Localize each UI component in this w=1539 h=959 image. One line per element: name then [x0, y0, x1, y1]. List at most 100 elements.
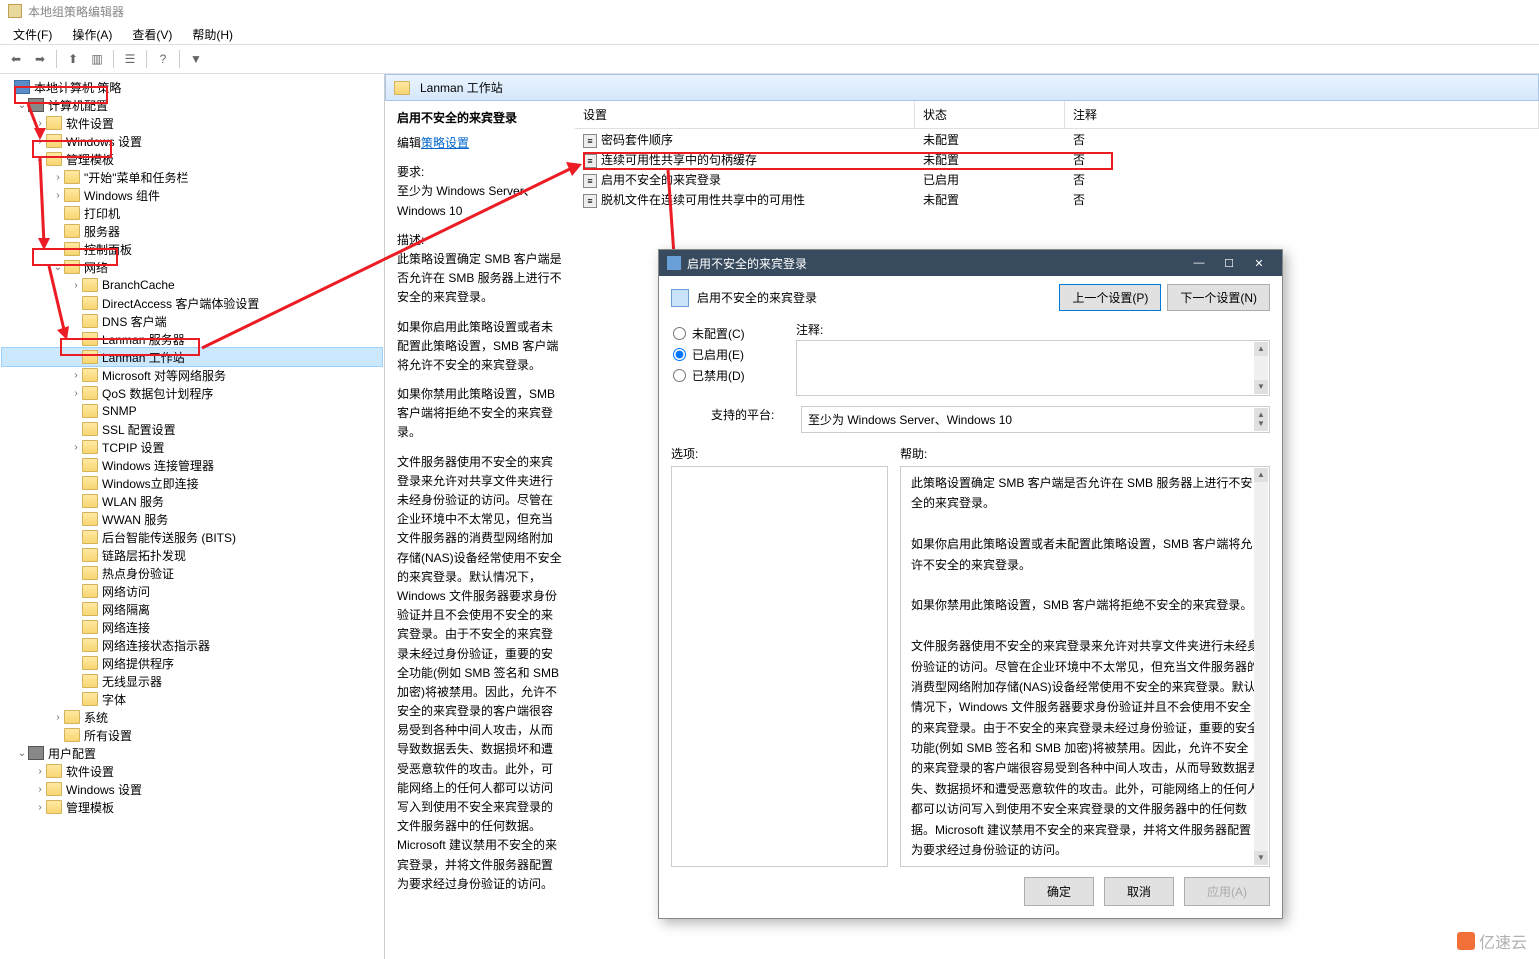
tree-user[interactable]: 用户配置: [48, 745, 96, 762]
tree-item[interactable]: 字体: [102, 691, 126, 708]
tree-item[interactable]: 系统: [84, 709, 108, 726]
tree-item[interactable]: 网络连接: [102, 619, 150, 636]
tree-item[interactable]: 控制面板: [84, 241, 132, 258]
list-row[interactable]: ≡连续可用性共享中的句柄缓存 未配置 否: [575, 149, 1539, 169]
list-row[interactable]: ≡密码套件顺序 未配置 否: [575, 129, 1539, 149]
tree-item[interactable]: 服务器: [84, 223, 120, 240]
tree-item[interactable]: QoS 数据包计划程序: [102, 385, 213, 402]
forward-icon[interactable]: ➡: [29, 48, 51, 70]
expander-icon[interactable]: ›: [34, 784, 46, 795]
dialog-title: 启用不安全的来宾登录: [687, 255, 807, 272]
tree-item[interactable]: WLAN 服务: [102, 493, 164, 510]
expander-icon[interactable]: ›: [34, 118, 46, 129]
tree-item[interactable]: Windows 设置: [66, 781, 142, 798]
prev-setting-button[interactable]: 上一个设置(P): [1059, 284, 1161, 311]
tree-lanman-workstation[interactable]: Lanman 工作站: [102, 349, 185, 366]
tree-item[interactable]: Microsoft 对等网络服务: [102, 367, 226, 384]
tree-item[interactable]: SNMP: [102, 404, 137, 418]
col-comment[interactable]: 注释: [1065, 101, 1539, 128]
back-icon[interactable]: ⬅: [5, 48, 27, 70]
tree-item[interactable]: 打印机: [84, 205, 120, 222]
tree-item[interactable]: Lanman 服务器: [102, 331, 185, 348]
tree-item[interactable]: SSL 配置设置: [102, 421, 176, 438]
tree-item[interactable]: 网络隔离: [102, 601, 150, 618]
tree-item[interactable]: TCPIP 设置: [102, 439, 164, 456]
menu-view[interactable]: 查看(V): [124, 24, 180, 42]
radio-disabled[interactable]: [673, 369, 686, 382]
tree-item[interactable]: Windows立即连接: [102, 475, 199, 492]
tree-item[interactable]: 热点身份验证: [102, 565, 174, 582]
expander-icon[interactable]: ›: [52, 712, 64, 723]
options-label: 选项:: [671, 445, 888, 462]
expander-icon[interactable]: ›: [70, 370, 82, 381]
tree-item[interactable]: 网络访问: [102, 583, 150, 600]
toolbar: ⬅ ➡ ⬆ ▥ ☰ ? ▼: [0, 44, 1539, 74]
comment-input[interactable]: ▲▼: [796, 340, 1270, 396]
expander-icon[interactable]: ›: [70, 280, 82, 291]
maximize-icon[interactable]: ☐: [1214, 253, 1244, 273]
cancel-button[interactable]: 取消: [1104, 877, 1174, 906]
expander-icon[interactable]: ›: [52, 172, 64, 183]
tree-item[interactable]: 软件设置: [66, 115, 114, 132]
tree-item[interactable]: Windows 组件: [84, 187, 160, 204]
menu-help[interactable]: 帮助(H): [184, 24, 241, 42]
list-row[interactable]: ≡脱机文件在连续可用性共享中的可用性 未配置 否: [575, 189, 1539, 209]
tree-item[interactable]: 网络连接状态指示器: [102, 637, 210, 654]
platform-value: 至少为 Windows Server、Windows 10 ▲▼: [801, 406, 1270, 433]
tree-computer[interactable]: 计算机配置: [48, 97, 108, 114]
tree-item[interactable]: DirectAccess 客户端体验设置: [102, 295, 259, 312]
tree-item[interactable]: Windows 连接管理器: [102, 457, 214, 474]
req-value: 至少为 Windows Server、Windows 10: [397, 184, 536, 217]
expander-icon[interactable]: ›: [34, 136, 46, 147]
policy-settings-dialog: 启用不安全的来宾登录 — ☐ ✕ 启用不安全的来宾登录 上一个设置(P) 下一个…: [658, 249, 1283, 919]
tree-item[interactable]: 网络提供程序: [102, 655, 174, 672]
properties-icon[interactable]: ☰: [119, 48, 141, 70]
tree-item[interactable]: 无线显示器: [102, 673, 162, 690]
close-icon[interactable]: ✕: [1244, 253, 1274, 273]
tree-item[interactable]: 软件设置: [66, 763, 114, 780]
show-hide-icon[interactable]: ▥: [86, 48, 108, 70]
up-icon[interactable]: ⬆: [62, 48, 84, 70]
tree-templates[interactable]: 管理模板: [66, 151, 114, 168]
expander-icon[interactable]: ›: [70, 442, 82, 453]
dialog-titlebar[interactable]: 启用不安全的来宾登录 — ☐ ✕: [659, 250, 1282, 276]
expander-icon[interactable]: ›: [52, 190, 64, 201]
ok-button[interactable]: 确定: [1024, 877, 1094, 906]
radio-not-configured[interactable]: [673, 327, 686, 340]
col-status[interactable]: 状态: [915, 101, 1065, 128]
filter-icon[interactable]: ▼: [185, 48, 207, 70]
list-row-selected[interactable]: ≡启用不安全的来宾登录 已启用 否: [575, 169, 1539, 189]
minimize-icon[interactable]: —: [1184, 253, 1214, 273]
tree-item[interactable]: WWAN 服务: [102, 511, 168, 528]
expander-icon[interactable]: ⌄: [52, 262, 64, 273]
policy-settings-link[interactable]: 策略设置: [421, 136, 469, 150]
tree-item[interactable]: 后台智能传送服务 (BITS): [102, 529, 236, 546]
watermark-text: 亿速云: [1479, 929, 1527, 953]
expander-icon[interactable]: ⌄: [16, 100, 28, 111]
apply-button[interactable]: 应用(A): [1184, 877, 1270, 906]
detail-left: 启用不安全的来宾登录 编辑策略设置 要求:至少为 Windows Server、…: [385, 101, 575, 912]
col-setting[interactable]: 设置: [575, 101, 915, 128]
expander-icon[interactable]: ›: [34, 766, 46, 777]
expander-icon[interactable]: ⌄: [34, 154, 46, 165]
folder-icon: [82, 476, 98, 490]
expander-icon[interactable]: ›: [70, 388, 82, 399]
desc-label: 描述:: [397, 233, 424, 247]
tree-item[interactable]: "开始"菜单和任务栏: [84, 169, 189, 186]
menu-file[interactable]: 文件(F): [5, 24, 60, 42]
tree-network[interactable]: 网络: [84, 259, 108, 276]
next-setting-button[interactable]: 下一个设置(N): [1167, 284, 1270, 311]
tree-item[interactable]: BranchCache: [102, 278, 175, 292]
tree-item[interactable]: DNS 客户端: [102, 313, 167, 330]
tree-item[interactable]: 链路层拓扑发现: [102, 547, 186, 564]
tree-item[interactable]: 所有设置: [84, 727, 132, 744]
expander-icon[interactable]: ⌄: [16, 748, 28, 759]
tree-item[interactable]: 管理模板: [66, 799, 114, 816]
radio-enabled[interactable]: [673, 348, 686, 361]
help-icon[interactable]: ?: [152, 48, 174, 70]
user-icon: [28, 746, 44, 760]
expander-icon[interactable]: ›: [34, 802, 46, 813]
tree-item[interactable]: Windows 设置: [66, 133, 142, 150]
menu-action[interactable]: 操作(A): [64, 24, 120, 42]
tree-root[interactable]: 本地计算机 策略: [34, 79, 121, 96]
